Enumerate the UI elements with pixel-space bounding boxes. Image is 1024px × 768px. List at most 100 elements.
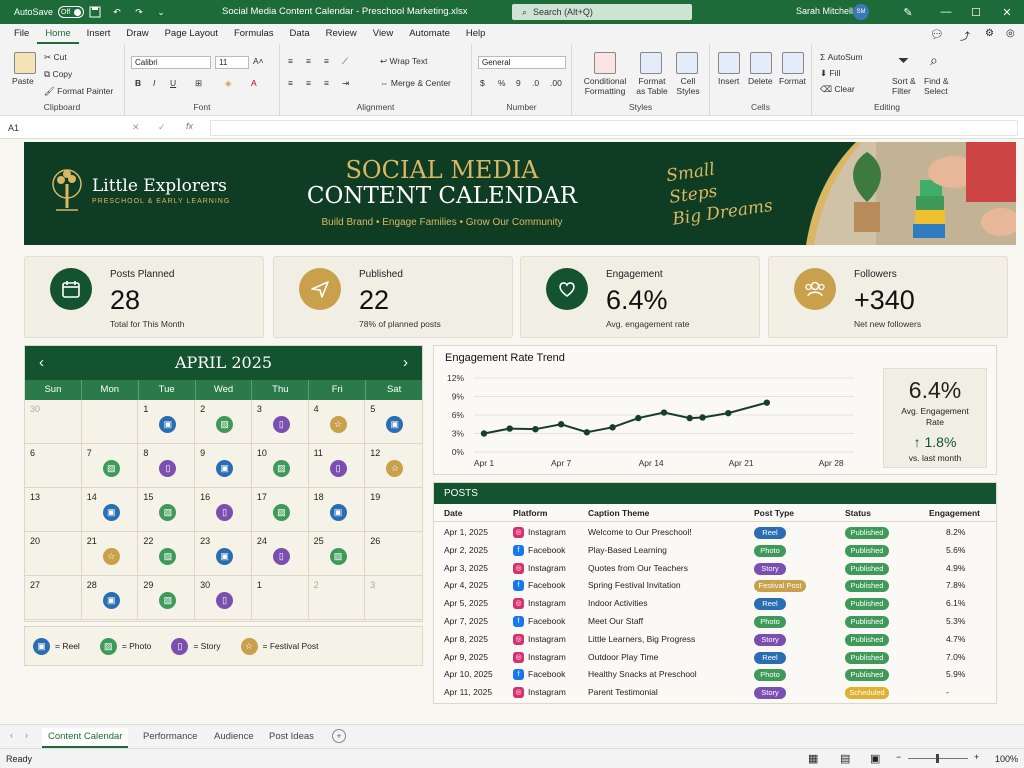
column-header[interactable]: Caption Theme: [588, 508, 649, 518]
clear-button[interactable]: ⌫ Clear: [820, 84, 855, 95]
confirm-formula-icon[interactable]: ✓: [158, 122, 166, 133]
reel-icon[interactable]: ▣: [329, 504, 347, 521]
story-icon[interactable]: ▯: [329, 460, 347, 477]
reel-icon[interactable]: ▣: [159, 416, 177, 433]
format-table-button[interactable]: Format as Table: [634, 76, 670, 96]
font-name-select[interactable]: Calibri: [131, 56, 211, 69]
column-header[interactable]: Status: [845, 508, 871, 518]
menu-draw[interactable]: Draw: [118, 24, 156, 44]
orientation-icon[interactable]: ⟋: [342, 56, 348, 67]
calendar-day-cell[interactable]: 30 ▯: [195, 576, 252, 620]
avatar[interactable]: SM: [853, 4, 869, 20]
calendar-day-cell[interactable]: 19: [365, 488, 422, 532]
calendar-day-cell[interactable]: 5 ▣: [365, 400, 422, 444]
find-select-button[interactable]: Find & Select: [924, 76, 960, 96]
calendar-day-cell[interactable]: 25 ▨: [308, 532, 366, 576]
calendar-day-cell[interactable]: 2: [308, 576, 366, 620]
calendar-day-cell[interactable]: 29 ▨: [138, 576, 196, 620]
decrease-decimal-icon[interactable]: .00: [550, 78, 562, 88]
normal-view-icon[interactable]: ▦: [808, 752, 818, 765]
cancel-formula-icon[interactable]: ✕: [132, 122, 140, 133]
sheet-tab-audience[interactable]: Audience: [208, 728, 260, 748]
scroll-right-icon[interactable]: ›: [25, 730, 28, 740]
add-sheet-icon[interactable]: +: [332, 729, 346, 743]
scroll-left-icon[interactable]: ‹: [10, 730, 13, 740]
table-row[interactable]: Apr 1, 2025 Instagram Welcome to Our Presc…: [434, 523, 996, 541]
chevron-right-icon[interactable]: ›: [403, 354, 408, 371]
menu-formulas[interactable]: Formulas: [226, 24, 282, 44]
menu-insert[interactable]: Insert: [79, 24, 119, 44]
align-middle-icon[interactable]: ≡: [306, 56, 311, 66]
table-row[interactable]: Apr 4, 2025 Facebook Spring Festival Invit…: [434, 576, 996, 594]
story-icon[interactable]: ▯: [272, 416, 290, 433]
paste-icon[interactable]: [14, 52, 36, 74]
calendar-day-cell[interactable]: 21 ☆: [81, 532, 139, 576]
calendar-day-cell[interactable]: 1 ▣: [138, 400, 196, 444]
story-icon[interactable]: ▯: [216, 592, 234, 609]
story-icon[interactable]: ▯: [159, 460, 177, 477]
underline-icon[interactable]: U: [170, 78, 176, 88]
customize-toolbar-icon[interactable]: ⌄: [154, 5, 168, 19]
autosum-button[interactable]: Σ AutoSum: [820, 52, 863, 62]
formula-input[interactable]: [210, 120, 1018, 136]
sheet-tab-content-calendar[interactable]: Content Calendar: [42, 728, 129, 748]
table-row[interactable]: Apr 7, 2025 Facebook Meet Our Staff 5.3% f Ph…: [434, 612, 996, 630]
share-icon[interactable]: ⤴: [960, 28, 970, 43]
comma-icon[interactable]: 9: [516, 78, 521, 88]
photo-icon[interactable]: ▨: [159, 592, 177, 609]
calendar-day-cell[interactable]: [81, 400, 139, 444]
festival-icon[interactable]: ☆: [329, 416, 347, 433]
photo-icon[interactable]: ▨: [272, 504, 290, 521]
table-row[interactable]: Apr 2, 2025 Facebook Play-Based Learning 5.…: [434, 541, 996, 559]
fill-color-icon[interactable]: ◈: [225, 78, 232, 89]
number-format-select[interactable]: General: [478, 56, 566, 69]
menu-file[interactable]: File: [6, 24, 37, 44]
calendar-day-cell[interactable]: 4 ☆: [308, 400, 366, 444]
format-cells-button[interactable]: Format: [779, 76, 806, 86]
calendar-day-cell[interactable]: 8 ▯: [138, 444, 196, 488]
calendar-day-cell[interactable]: 16 ▯: [195, 488, 252, 532]
calendar-day-cell[interactable]: 28 ▣: [81, 576, 139, 620]
font-size-select[interactable]: 11: [215, 56, 249, 69]
cell-styles-button[interactable]: Cell Styles: [672, 76, 704, 96]
calendar-day-cell[interactable]: 11 ▯: [308, 444, 366, 488]
photo-icon[interactable]: ▨: [102, 460, 120, 477]
story-icon[interactable]: ▯: [272, 548, 290, 565]
zoom-slider-thumb[interactable]: [936, 754, 939, 763]
conditional-formatting-icon[interactable]: [594, 52, 616, 74]
calendar-day-cell[interactable]: 3 ▯: [251, 400, 309, 444]
page-layout-view-icon[interactable]: ▤: [840, 752, 850, 765]
story-icon[interactable]: ▯: [216, 504, 234, 521]
reel-icon[interactable]: ▣: [216, 548, 234, 565]
table-row[interactable]: Apr 11, 2025 Instagram Parent Testimonial -…: [434, 683, 996, 701]
sheet-tab-post-ideas[interactable]: Post Ideas: [263, 728, 320, 748]
align-right-icon[interactable]: ≡: [324, 78, 329, 88]
menu-view[interactable]: View: [365, 24, 401, 44]
column-header[interactable]: Date: [444, 508, 462, 518]
sort-filter-button[interactable]: Sort & Filter: [892, 76, 922, 96]
format-table-icon[interactable]: [640, 52, 662, 74]
calendar-day-cell[interactable]: 12 ☆: [365, 444, 422, 488]
menu-data[interactable]: Data: [282, 24, 318, 44]
calendar-day-cell[interactable]: 27: [25, 576, 82, 620]
festival-icon[interactable]: ☆: [102, 548, 120, 565]
autosave-toggle[interactable]: Off: [58, 6, 85, 18]
calendar-day-cell[interactable]: 24 ▯: [251, 532, 309, 576]
calendar-day-cell[interactable]: 30: [25, 400, 82, 444]
page-break-view-icon[interactable]: ▣: [870, 752, 880, 765]
settings-icon[interactable]: ⚙: [985, 28, 994, 39]
grow-font-icon[interactable]: A˄: [253, 56, 264, 66]
merge-center-button[interactable]: ⇔ Merge & Center: [380, 78, 451, 88]
cut-button[interactable]: ✂ Cut: [44, 52, 67, 63]
reel-icon[interactable]: ▣: [216, 460, 234, 477]
menu-review[interactable]: Review: [318, 24, 365, 44]
redo-icon[interactable]: ↷: [132, 5, 146, 19]
zoom-in-icon[interactable]: +: [974, 752, 979, 762]
column-header[interactable]: Engagement: [929, 508, 980, 518]
calendar-day-cell[interactable]: 13: [25, 488, 82, 532]
column-header[interactable]: Post Type: [754, 508, 794, 518]
column-header[interactable]: Platform: [513, 508, 547, 518]
insert-cells-icon[interactable]: [718, 52, 740, 74]
calendar-day-cell[interactable]: 15 ▨: [138, 488, 196, 532]
table-row[interactable]: Apr 10, 2025 Facebook Healthy Snacks at Pr…: [434, 665, 996, 683]
